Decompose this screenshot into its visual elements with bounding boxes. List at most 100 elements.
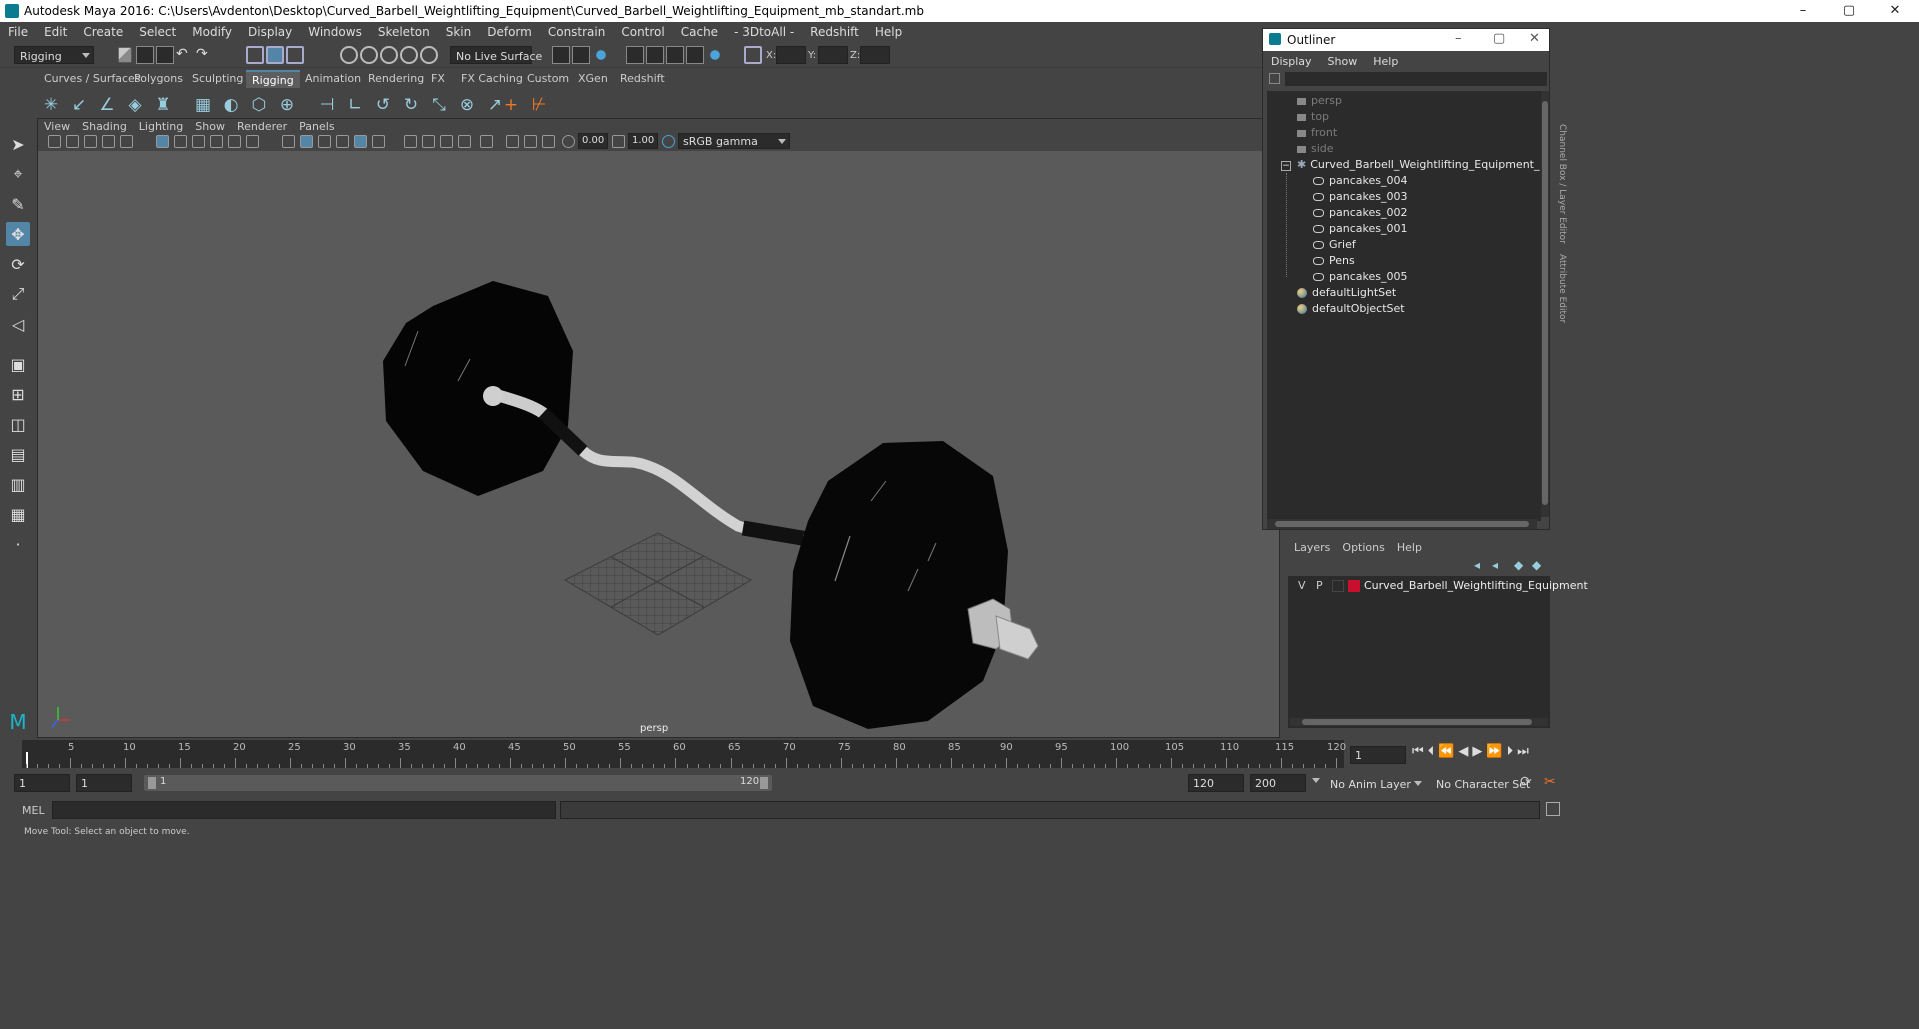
move-layer-down-icon[interactable]: ◂ <box>1492 558 1498 572</box>
range-start-handle[interactable] <box>148 777 156 789</box>
scrollbar-thumb[interactable] <box>1275 521 1529 527</box>
menu-select[interactable]: Select <box>131 25 184 39</box>
ambient-occlusion-icon[interactable] <box>404 135 417 148</box>
film-gate-icon[interactable] <box>174 135 187 148</box>
constraint-parent-icon[interactable]: ⊣ <box>316 94 338 116</box>
x-input[interactable] <box>776 46 806 64</box>
scale-tool-icon[interactable]: ⤢ <box>6 282 30 306</box>
transform-fields-icon[interactable] <box>744 46 762 64</box>
play-backward-icon[interactable]: ◀ <box>1458 744 1468 759</box>
outliner-search-input[interactable] <box>1285 72 1547 86</box>
outliner-horizontal-scrollbar[interactable] <box>1267 519 1537 529</box>
menu-set-dropdown[interactable]: Rigging <box>14 46 94 64</box>
menu-edit[interactable]: Edit <box>36 25 75 39</box>
cluster-icon[interactable]: ⊕ <box>276 94 298 116</box>
scrollbar-thumb[interactable] <box>1542 101 1548 505</box>
layer-name[interactable]: Curved_Barbell_Weightlifting_Equipment <box>1364 579 1588 592</box>
ik-fk-icon[interactable]: ⊬ <box>528 94 550 116</box>
attribute-editor-tab[interactable]: Attribute Editor <box>1553 254 1567 344</box>
layout-four-icon[interactable]: ⊞ <box>6 382 30 406</box>
grid-toggle-icon[interactable] <box>156 135 169 148</box>
snap-grid-icon[interactable] <box>340 46 358 64</box>
outliner-maximize-icon[interactable]: ▢ <box>1493 31 1505 46</box>
constraint-point-icon[interactable]: ∟ <box>344 94 366 116</box>
xray-icon[interactable] <box>506 135 519 148</box>
shelf-tab-xgen[interactable]: XGen <box>578 70 608 88</box>
shelf-tab-fx-caching[interactable]: FX Caching <box>461 70 523 88</box>
new-empty-layer-icon[interactable]: ◆ <box>1514 558 1523 572</box>
shelf-tab-sculpting[interactable]: Sculpting <box>192 70 243 88</box>
viewport-menu-panels[interactable]: Panels <box>293 120 340 133</box>
layout-outliner-icon[interactable]: ▤ <box>6 442 30 466</box>
end-time-input[interactable]: 200 <box>1250 774 1306 792</box>
menu-windows[interactable]: Windows <box>300 25 370 39</box>
viewport-menu-renderer[interactable]: Renderer <box>231 120 293 133</box>
outliner-menu-display[interactable]: Display <box>1263 55 1320 68</box>
timeline-track[interactable]: 5 10 15 20 25 30 35 40 45 50 55 60 65 70… <box>22 740 1346 768</box>
constraint-pole-icon[interactable]: ⊗ <box>456 94 478 116</box>
2d-pan-zoom-icon[interactable] <box>120 135 133 148</box>
shelf-tab-polygons[interactable]: Polygons <box>134 70 183 88</box>
ik-spline-icon[interactable]: ∠ <box>96 94 118 116</box>
viewport-menu-shading[interactable]: Shading <box>76 120 133 133</box>
range-options-icon[interactable] <box>1312 778 1320 783</box>
menu-skin[interactable]: Skin <box>438 25 480 39</box>
resolution-gate-icon[interactable] <box>192 135 205 148</box>
motion-blur-icon[interactable] <box>422 135 435 148</box>
constraint-aim-icon[interactable]: ↻ <box>400 94 422 116</box>
menu-control[interactable]: Control <box>613 25 672 39</box>
render-globals-icon[interactable] <box>706 46 724 64</box>
maximize-icon[interactable]: ▢ <box>1826 0 1872 22</box>
menu-create[interactable]: Create <box>75 25 131 39</box>
outliner-filter-icon[interactable] <box>1269 73 1280 84</box>
shelf-tab-redshift[interactable]: Redshift <box>620 70 665 88</box>
y-input[interactable] <box>818 46 848 64</box>
image-plane-icon[interactable] <box>102 135 115 148</box>
gate-mask-icon[interactable] <box>210 135 223 148</box>
undo-icon[interactable]: ↶ <box>176 46 194 64</box>
playback-start-input[interactable]: 1 <box>76 774 132 792</box>
outliner-vertical-scrollbar[interactable] <box>1541 91 1549 517</box>
minimize-icon[interactable]: – <box>1780 0 1826 22</box>
layout-single-icon[interactable]: ▣ <box>6 352 30 376</box>
move-layer-up-icon[interactable]: ◂ <box>1474 558 1480 572</box>
field-chart-icon[interactable] <box>228 135 241 148</box>
snap-curve-icon[interactable] <box>360 46 378 64</box>
xray-joints-icon[interactable] <box>524 135 537 148</box>
preferences-icon[interactable]: ✂ <box>1544 774 1556 790</box>
character-set-dropdown[interactable]: No Character Set <box>1430 774 1530 792</box>
layer-display-type-toggle[interactable] <box>1332 580 1344 592</box>
current-frame-input[interactable]: 1 <box>1350 746 1406 764</box>
camera-attributes-icon[interactable] <box>66 135 79 148</box>
select-tool-icon[interactable]: ➤ <box>6 132 30 156</box>
menu-cache[interactable]: Cache <box>673 25 726 39</box>
lasso-tool-icon[interactable]: ⌖ <box>6 162 30 186</box>
color-space-dropdown[interactable]: sRGB gamma <box>678 133 790 149</box>
layer-horizontal-scrollbar[interactable] <box>1290 718 1548 726</box>
last-tool-icon[interactable]: ◁ <box>6 312 30 336</box>
auto-key-icon[interactable]: ⟳ <box>1520 774 1532 790</box>
wireframe-on-shaded-icon[interactable] <box>318 135 331 148</box>
outliner-item-child[interactable]: pancakes_005 <box>1313 269 1407 285</box>
shelf-tab-custom[interactable]: Custom <box>527 70 569 88</box>
rotate-tool-icon[interactable]: ⟳ <box>6 252 30 276</box>
render-current-frame-icon[interactable] <box>572 46 590 64</box>
menu-modify[interactable]: Modify <box>184 25 240 39</box>
layer-color-swatch[interactable] <box>1348 580 1360 592</box>
range-bar[interactable]: 1 120 <box>144 775 772 791</box>
ipr-render-icon[interactable] <box>592 46 610 64</box>
snap-point-icon[interactable] <box>380 46 398 64</box>
smooth-bind-icon[interactable]: ◐ <box>220 94 242 116</box>
render-sequence-icon[interactable] <box>686 46 704 64</box>
mirror-joint-icon[interactable]: ◈ <box>124 94 146 116</box>
outliner-item-child[interactable]: pancakes_002 <box>1313 205 1407 221</box>
layer-playback-toggle[interactable]: P <box>1316 579 1323 592</box>
outliner-item-set[interactable]: defaultLightSet <box>1297 285 1396 301</box>
shelf-tab-rendering[interactable]: Rendering <box>368 70 424 88</box>
step-back-frame-icon[interactable]: ⏪ <box>1438 744 1454 759</box>
save-scene-icon[interactable] <box>156 46 174 64</box>
open-scene-icon[interactable] <box>136 46 154 64</box>
outliner-tree[interactable]: persp top front side − ✱ Curved_Barbell_We… <box>1267 91 1541 521</box>
anim-layer-dropdown[interactable]: No Anim Layer <box>1324 774 1426 792</box>
select-by-object-icon[interactable] <box>266 46 284 64</box>
